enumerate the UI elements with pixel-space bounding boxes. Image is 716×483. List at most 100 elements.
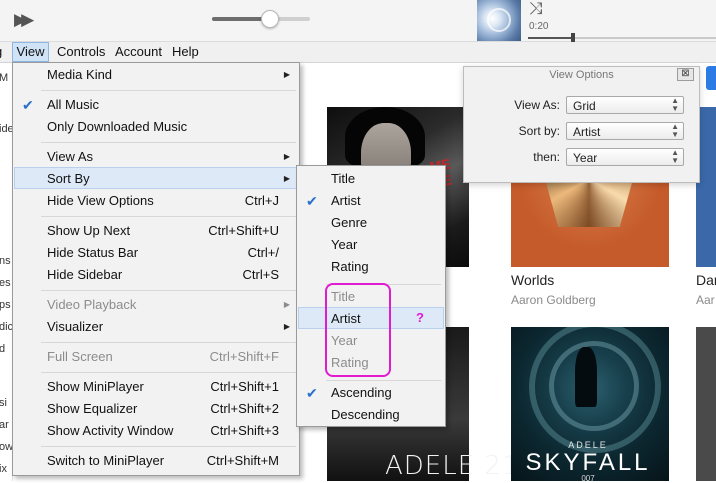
menu-separator [326,380,441,381]
sidebar-item[interactable]: d [0,343,5,355]
menu-item-all-music[interactable]: ✔ All Music [14,94,298,116]
menu-item-media-kind[interactable]: Media Kind ▶ [14,64,298,86]
menu-item-view-as[interactable]: View As ▶ [14,146,298,168]
sort-item-artist[interactable]: ✔ Artist [298,190,444,212]
menu-help[interactable]: Help [172,42,199,62]
cover-art [575,347,597,407]
menu-item-label: Only Downloaded Music [47,119,188,134]
album-title[interactable]: Dar [696,272,716,288]
album-artist[interactable]: Aar [696,293,715,307]
checkmark-icon: ✔ [22,97,34,113]
menu-separator [41,342,296,343]
menu-item-label: Rating [331,259,369,274]
menu-separator [41,372,296,373]
cover-text: ADELE 21 [385,451,520,481]
menu-item-label: Ascending [331,385,392,400]
menu-item-label: Hide Sidebar [47,267,123,282]
menu-item-show-activity-window[interactable]: Show Activity Window Ctrl+Shift+3 [14,420,298,442]
menu-item-label: Visualizer [47,319,104,334]
menu-separator [41,446,296,447]
submenu-arrow-icon: ▶ [283,174,290,183]
menu-item-switch-to-miniplayer[interactable]: Switch to MiniPlayer Ctrl+Shift+M [14,450,298,472]
menu-item-label: Show Equalizer [47,401,138,416]
menu-controls[interactable]: Controls [57,42,105,62]
close-icon[interactable]: ⊠ [677,68,694,81]
fast-forward-icon[interactable]: ▶▶ [14,10,34,30]
menu-separator [41,142,296,143]
view-menu: Media Kind ▶ ✔ All Music Only Downloaded… [12,62,300,476]
then-value: Year [573,151,598,165]
menu-item-shortcut: Ctrl+Shift+3 [210,423,279,438]
sidebar-item[interactable]: ps [0,299,11,311]
menu-item-label: Hide View Options [47,193,154,208]
sort-by-label: Sort by: [518,124,560,138]
menu-item-label: Show MiniPlayer [47,379,144,394]
menu-item-show-equalizer[interactable]: Show Equalizer Ctrl+Shift+2 [14,398,298,420]
submenu-arrow-icon: ▶ [283,152,290,161]
progress-fill [528,37,573,39]
then-label: then: [533,150,560,164]
menu-item-hide-status-bar[interactable]: Hide Status Bar Ctrl+/ [14,242,298,264]
menu-item-label: Full Screen [47,349,113,364]
menu-item-shortcut: Ctrl+Shift+2 [210,401,279,416]
menu-item-label: Descending [331,407,400,422]
sort-item-descending[interactable]: Descending [298,404,444,426]
view-options-panel: View Options ⊠ View As: Grid ▲ ▼ Sort by:… [463,66,700,183]
menu-item-show-miniplayer[interactable]: Show MiniPlayer Ctrl+Shift+1 [14,376,298,398]
menu-item-shortcut: Ctrl+S [242,267,279,282]
player-bar [0,0,716,42]
album-artist[interactable]: Aaron Goldberg [511,293,596,307]
cover-text: 007 [581,474,595,483]
menu-item-shortcut: Ctrl+Shift+1 [210,379,279,394]
then-select[interactable]: Year ▲ ▼ [566,148,684,166]
menu-item-hide-view-options[interactable]: Hide View Options Ctrl+J [14,190,298,212]
sidebar-item[interactable]: si [0,397,7,409]
select-chevron-icon: ▲ ▼ [671,122,679,139]
submenu-arrow-icon: ▶ [283,70,290,79]
sidebar-item[interactable]: ns [0,255,11,267]
select-chevron-icon: ▲ ▼ [671,148,679,165]
cover-text: SKYFALL [525,449,651,476]
menu-item-hide-sidebar[interactable]: Hide Sidebar Ctrl+S [14,264,298,286]
menu-item-shortcut: Ctrl+Shift+M [206,453,279,468]
menu-separator [41,216,296,217]
sidebar-item[interactable]: ix [0,463,7,475]
sort-item-rating[interactable]: Rating [298,256,444,278]
album-title[interactable]: Worlds [511,272,554,288]
sort-by-select[interactable]: Artist ▲ ▼ [566,122,684,140]
annotation-question-mark: ? [416,310,424,325]
store-button[interactable] [706,66,716,90]
menu-item-label: Show Activity Window [47,423,174,438]
annotation-highlight-box [325,283,391,377]
volume-knob[interactable] [261,10,279,28]
select-chevron-icon: ▲ ▼ [671,96,679,113]
menu-item-label: Show Up Next [47,223,131,238]
sort-item-ascending[interactable]: ✔ Ascending [298,382,444,404]
sort-item-year[interactable]: Year [298,234,444,256]
checkmark-icon: ✔ [306,193,318,209]
sidebar-item[interactable]: M [0,72,8,84]
menu-account[interactable]: Account [115,42,162,62]
view-as-value: Grid [573,99,596,113]
menu-item-sort-by[interactable]: Sort By ▶ [14,167,298,189]
sort-item-genre[interactable]: Genre [298,212,444,234]
menu-item-visualizer[interactable]: Visualizer ▶ [14,316,298,338]
menu-item-label: View As [47,149,94,164]
menu-view[interactable]: View [12,42,49,62]
menu-item-label: Video Playback [47,297,137,312]
sidebar-item[interactable]: es [0,277,11,289]
shuffle-icon[interactable]: ⤨ [529,0,543,19]
now-playing-artwork[interactable] [477,0,521,41]
checkmark-icon: ✔ [306,385,318,401]
panel-title: View Options [549,69,614,81]
sidebar-item[interactable]: ar [0,419,9,431]
menu-item-only-downloaded[interactable]: Only Downloaded Music [14,116,298,138]
menu-item-show-up-next[interactable]: Show Up Next Ctrl+Shift+U [14,220,298,242]
menu-bar: g View Controls Account Help [0,42,716,63]
menu-item-label: Title [331,171,356,186]
album-cover[interactable] [696,327,716,481]
sort-item-title[interactable]: Title [298,168,444,190]
menu-item-shortcut: Ctrl+Shift+F [209,349,279,364]
view-as-select[interactable]: Grid ▲ ▼ [566,96,684,114]
menu-file-fragment[interactable]: g [0,42,2,62]
